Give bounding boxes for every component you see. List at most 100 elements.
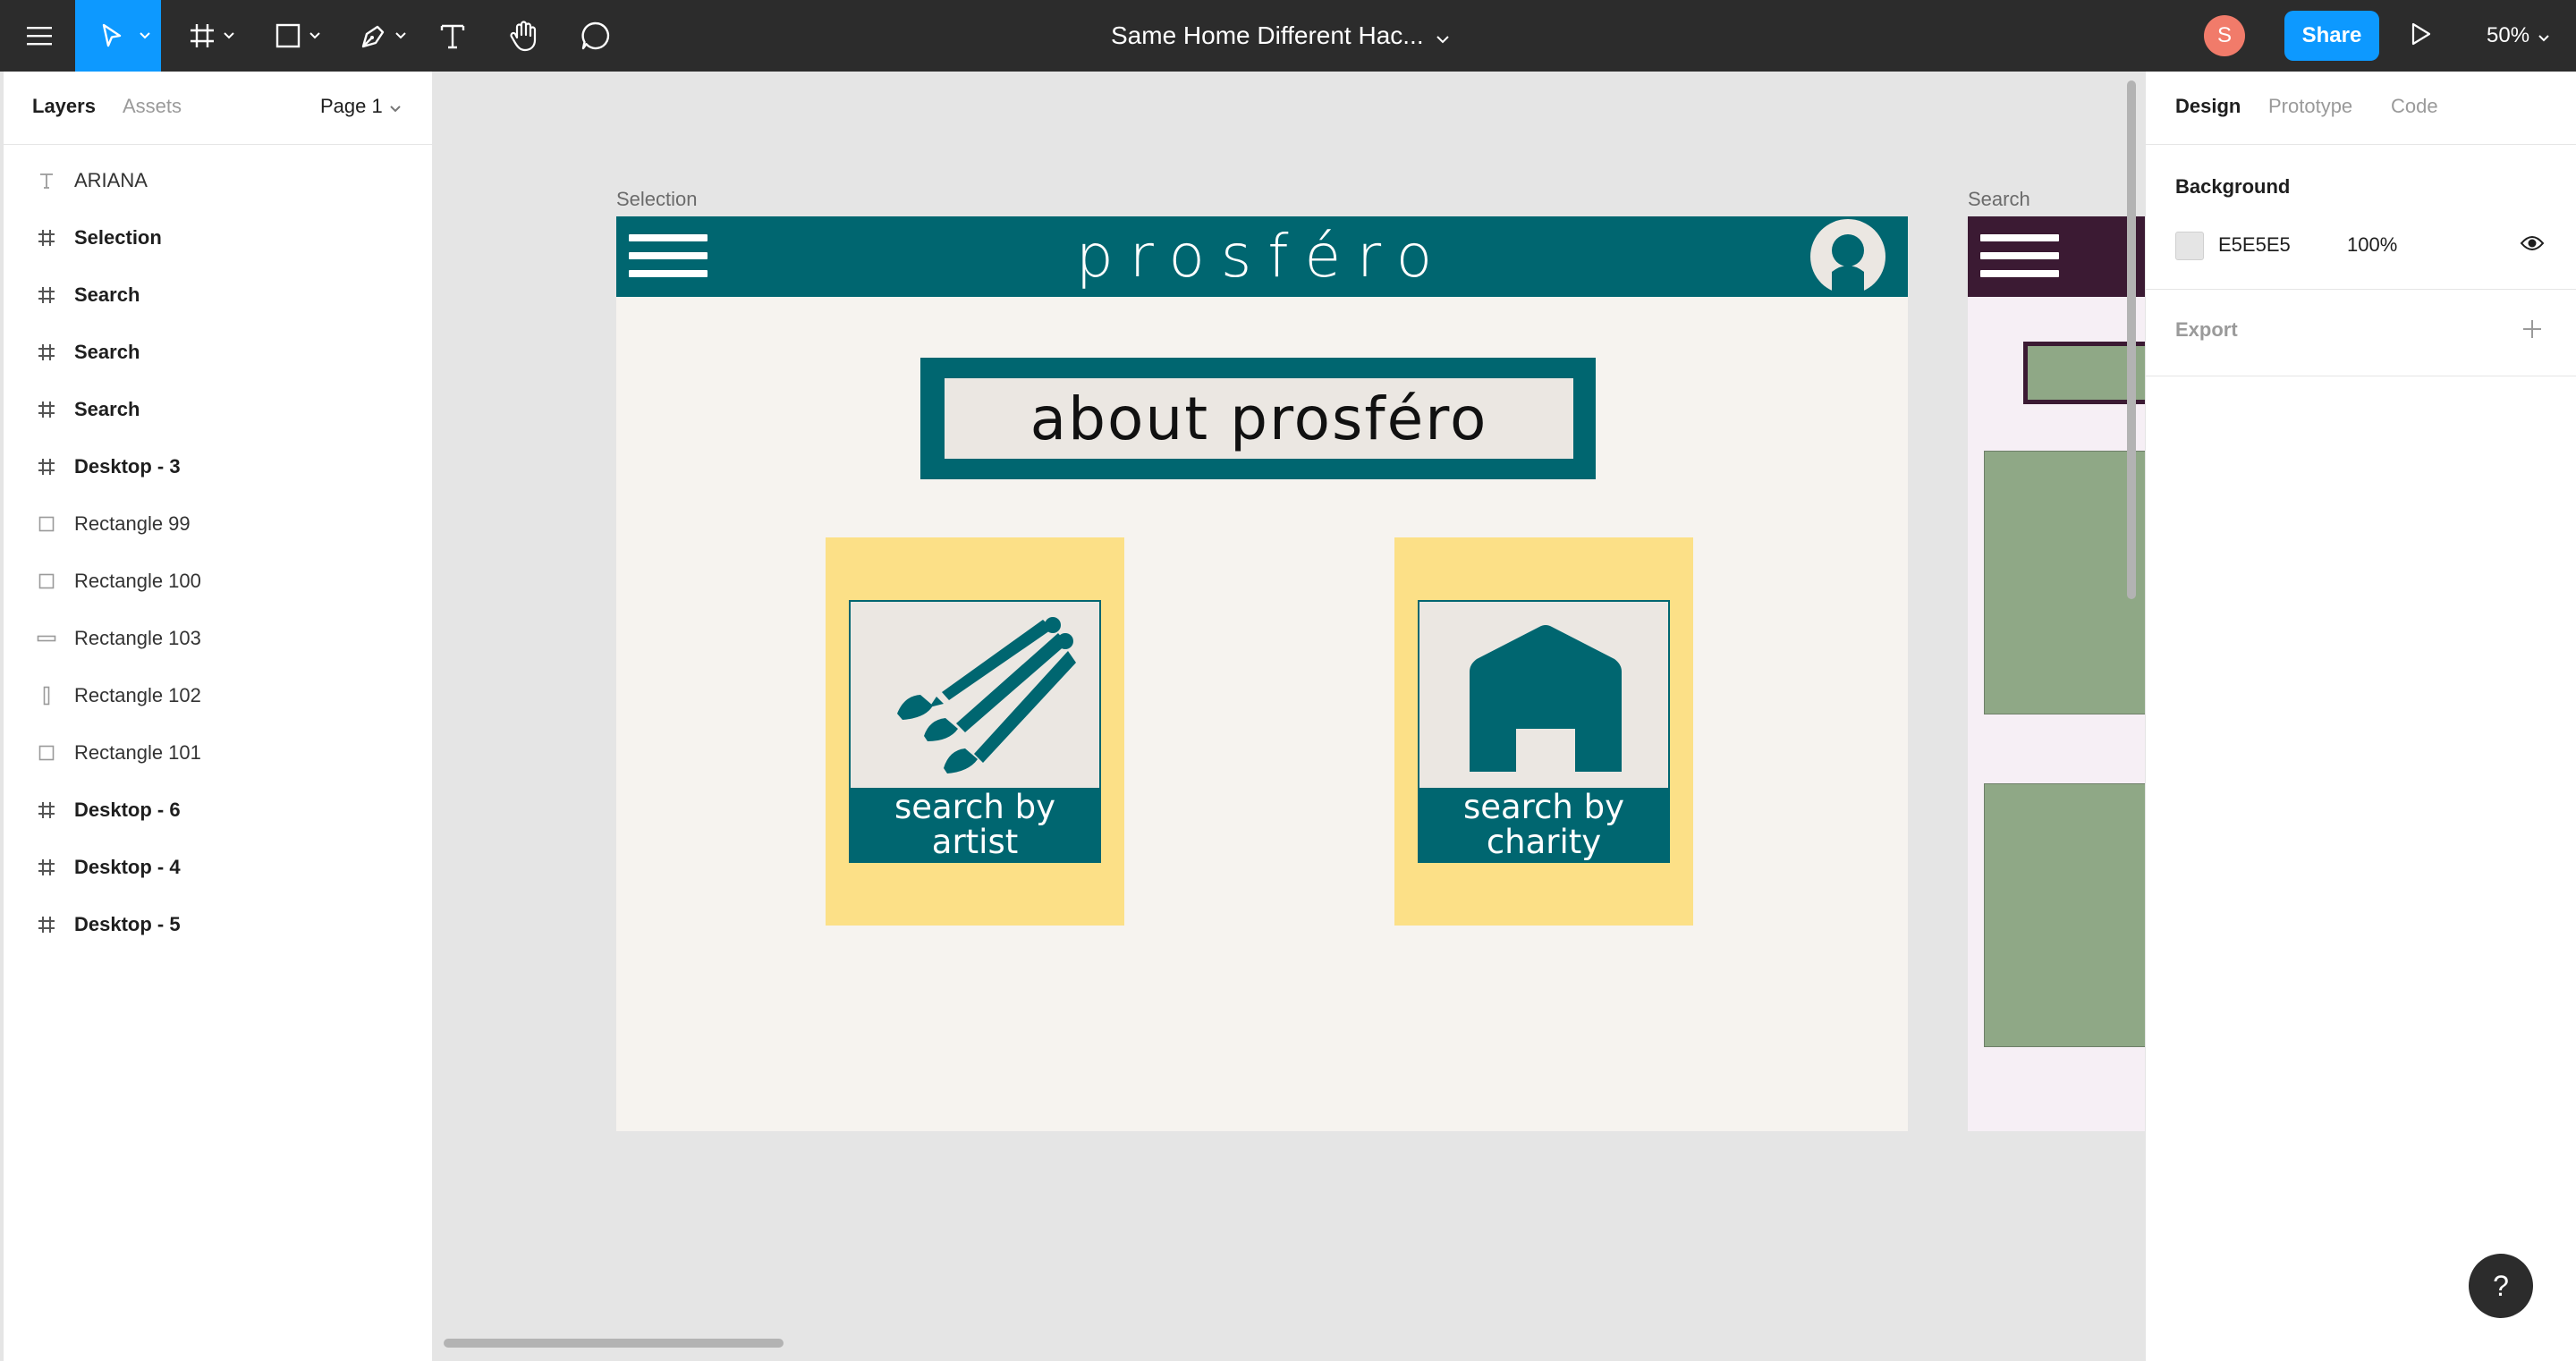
layer-row[interactable]: Selection <box>4 209 432 266</box>
background-opacity-input[interactable]: 100% <box>2347 233 2397 257</box>
rectangle-layer-icon <box>36 513 57 535</box>
share-button[interactable]: Share <box>2284 11 2379 61</box>
page-name: Page 1 <box>320 95 383 117</box>
layer-row[interactable]: Search <box>4 381 432 438</box>
search-by-artist-card: search by artist <box>826 537 1124 926</box>
result-card <box>1984 451 2145 714</box>
page-selector[interactable]: Page 1 <box>320 95 401 118</box>
layer-label: Search <box>74 341 140 363</box>
layer-label: Search <box>74 283 140 306</box>
layer-row[interactable]: Desktop - 5 <box>4 896 432 953</box>
user-avatar[interactable]: S <box>2204 15 2245 56</box>
layer-row[interactable]: Rectangle 103 <box>4 610 432 667</box>
export-section-title[interactable]: Export <box>2175 318 2238 342</box>
brand-logo-text: prosféro <box>1075 222 1449 291</box>
chevron-down-icon <box>140 32 150 39</box>
tab-assets[interactable]: Assets <box>123 95 182 118</box>
main-menu-button[interactable] <box>14 0 64 72</box>
frame-tool-button[interactable] <box>179 0 242 72</box>
layer-row[interactable]: Desktop - 6 <box>4 782 432 839</box>
layer-label: Selection <box>74 226 162 249</box>
frame-layer-icon <box>36 342 57 363</box>
tab-layers[interactable]: Layers <box>32 95 96 118</box>
frame-label-search[interactable]: Search <box>1968 188 2030 211</box>
left-panel: Layers Assets Page 1 ARIANA Selection Sear… <box>4 72 433 1361</box>
layer-row[interactable]: Rectangle 101 <box>4 724 432 782</box>
pen-tool-button[interactable] <box>351 0 413 72</box>
chevron-down-icon <box>2538 23 2549 48</box>
chevron-down-icon <box>390 95 401 118</box>
rectangle-icon <box>275 22 301 49</box>
chevron-down-icon <box>395 32 406 39</box>
canvas[interactable]: Selection Search prosféro about prosféro <box>433 72 2145 1361</box>
hand-icon <box>509 20 539 52</box>
shape-tool-button[interactable] <box>265 0 327 72</box>
comment-bubble-icon <box>580 21 611 51</box>
layer-label: Rectangle 101 <box>74 741 201 764</box>
layer-row[interactable]: Search <box>4 324 432 381</box>
paintbrushes-icon <box>897 617 1076 773</box>
cursor-arrow-icon <box>98 22 125 49</box>
tab-design[interactable]: Design <box>2175 95 2241 118</box>
artist-tile: search by artist <box>849 600 1101 863</box>
move-tool-button[interactable] <box>75 0 161 72</box>
layer-row[interactable]: ARIANA <box>4 152 432 209</box>
charity-caption: search by charity <box>1419 788 1668 861</box>
file-title-dropdown[interactable]: Same Home Different Hac... <box>1111 0 1449 72</box>
frame-layer-icon <box>36 227 57 249</box>
divider <box>2146 289 2576 290</box>
frame-label-selection[interactable]: Selection <box>616 188 698 211</box>
tab-prototype[interactable]: Prototype <box>2268 95 2352 118</box>
text-layer-icon <box>36 170 57 191</box>
comment-tool-button[interactable] <box>576 0 615 72</box>
background-color-swatch[interactable] <box>2175 232 2204 260</box>
rectangle-layer-icon <box>36 628 57 649</box>
frame-layer-icon <box>36 857 57 878</box>
charity-tile: search by charity <box>1418 600 1670 863</box>
toolbar: Same Home Different Hac... S Share 50% <box>0 0 2576 72</box>
text-tool-button[interactable] <box>435 0 470 72</box>
rectangle-layer-icon <box>36 742 57 764</box>
frame-hash-icon <box>189 22 216 49</box>
avatar-initial: S <box>2216 23 2232 47</box>
layer-label: Search <box>74 398 140 420</box>
hamburger-menu-icon <box>1980 234 2059 279</box>
house-icon <box>1470 625 1622 772</box>
text-t-icon <box>439 22 466 49</box>
left-panel-tabs: Layers Assets Page 1 <box>4 72 432 145</box>
eye-icon[interactable] <box>2520 234 2545 257</box>
hand-tool-button[interactable] <box>504 0 544 72</box>
frame-layer-icon <box>36 399 57 420</box>
frame-layer-icon <box>36 284 57 306</box>
layer-list: ARIANA Selection Search Search Search Desktop… <box>4 145 432 953</box>
layer-row[interactable]: Desktop - 4 <box>4 839 432 896</box>
background-hex-input[interactable]: E5E5E5 <box>2218 233 2291 257</box>
layer-row[interactable]: Search <box>4 266 432 324</box>
layer-label: Desktop - 4 <box>74 856 181 878</box>
zoom-dropdown[interactable]: 50% <box>2487 0 2549 72</box>
vertical-scrollbar[interactable] <box>2127 80 2136 599</box>
rectangle-layer-icon <box>36 571 57 592</box>
layer-row[interactable]: Rectangle 99 <box>4 495 432 553</box>
chevron-down-icon <box>224 32 234 39</box>
present-button[interactable] <box>2410 0 2433 72</box>
layer-row[interactable]: Rectangle 102 <box>4 667 432 724</box>
play-icon <box>2410 21 2433 51</box>
pen-nib-icon <box>360 21 388 50</box>
search-frame[interactable] <box>1968 216 2145 1131</box>
layer-row[interactable]: Desktop - 3 <box>4 438 432 495</box>
horizontal-scrollbar[interactable] <box>444 1339 784 1348</box>
selection-frame[interactable]: prosféro about prosféro search by artist… <box>616 216 1908 1131</box>
layer-label: Desktop - 5 <box>74 913 181 935</box>
chevron-down-icon <box>1436 21 1449 50</box>
layer-label: Rectangle 102 <box>74 684 201 706</box>
layer-label: Desktop - 3 <box>74 455 181 478</box>
tab-code[interactable]: Code <box>2391 95 2438 118</box>
zoom-level: 50% <box>2487 23 2530 47</box>
frame-layer-icon <box>36 914 57 935</box>
help-button[interactable]: ? <box>2469 1254 2533 1318</box>
site-header: prosféro <box>616 216 1908 297</box>
plus-icon[interactable] <box>2521 318 2543 344</box>
result-card <box>1984 783 2145 1047</box>
layer-row[interactable]: Rectangle 100 <box>4 553 432 610</box>
